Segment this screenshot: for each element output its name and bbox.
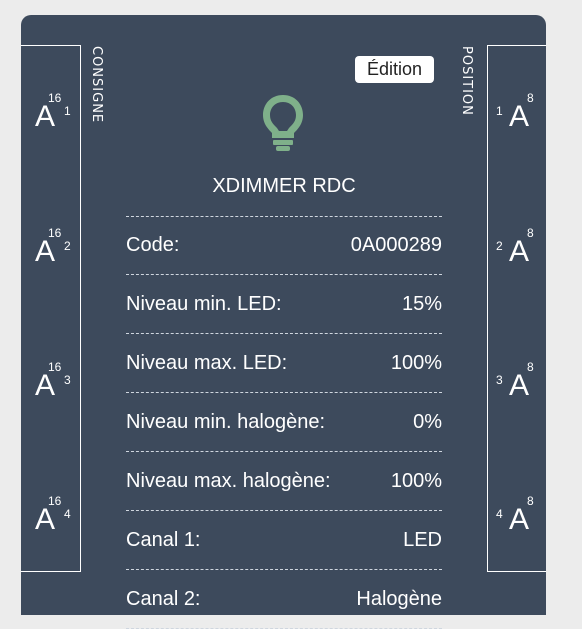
lightbulb-icon [263, 95, 303, 151]
property-label: Niveau min. halogène: [126, 410, 326, 433]
position-label: POSITION [459, 46, 474, 116]
port-max: 8 [527, 360, 534, 374]
port-index: 2 [64, 239, 71, 253]
port-index: 1 [64, 104, 71, 118]
property-label: Canal 2: [126, 587, 201, 610]
property-row: Niveau max. LED: 100% [126, 334, 442, 393]
properties-list: Code: 0A000289 Niveau min. LED: 15% Nive… [126, 216, 442, 629]
port-index: 1 [496, 104, 503, 118]
property-value: LED [403, 528, 442, 551]
port-letter: A [509, 235, 530, 268]
property-row: Niveau min. LED: 15% [126, 275, 442, 334]
consigne-port-3[interactable]: A 16 3 [35, 361, 75, 405]
property-label: Canal 1: [126, 528, 201, 551]
port-letter: A [35, 235, 56, 268]
port-letter: A [509, 503, 530, 536]
consigne-port-1[interactable]: A 16 1 [35, 92, 75, 136]
property-row: Niveau max. halogène: 100% [126, 452, 442, 511]
consigne-label: CONSIGNE [89, 46, 104, 124]
consigne-port-4[interactable]: A 16 4 [35, 495, 75, 539]
device-title: XDIMMER RDC [212, 175, 356, 197]
property-label: Niveau min. LED: [126, 292, 282, 315]
port-max: 8 [527, 91, 534, 105]
port-max: 8 [527, 226, 534, 240]
position-port-3[interactable]: 3 A 8 [496, 361, 542, 405]
port-index: 4 [496, 507, 503, 521]
property-value: 0A000289 [350, 234, 442, 256]
property-value: Halogène [356, 587, 442, 610]
edit-button[interactable]: Édition [355, 56, 434, 83]
port-index: 3 [496, 373, 503, 387]
port-max: 16 [48, 360, 62, 374]
property-row: Canal 2: Halogène [126, 570, 442, 629]
property-label: Code: [126, 234, 180, 256]
port-max: 16 [48, 494, 62, 508]
port-max: 16 [48, 226, 62, 240]
position-strip: 1 A 8 2 A 8 3 A 8 4 A 8 [487, 45, 546, 572]
property-row: Canal 1: LED [126, 511, 442, 570]
property-row: Niveau min. halogène: 0% [126, 393, 442, 452]
port-index: 2 [496, 239, 503, 253]
port-letter: A [509, 369, 530, 402]
port-max: 16 [48, 91, 62, 105]
property-value: 15% [401, 292, 442, 315]
position-port-4[interactable]: 4 A 8 [496, 495, 542, 539]
port-letter: A [35, 369, 56, 402]
port-letter: A [35, 100, 56, 133]
consigne-strip: A 16 1 A 16 2 A 16 3 A 16 4 [21, 45, 81, 572]
consigne-port-2[interactable]: A 16 2 [35, 227, 75, 271]
property-value: 100% [390, 351, 442, 374]
property-value: 100% [390, 469, 442, 492]
device-card: A 16 1 A 16 2 A 16 3 A 16 4 CONSIGNE POS… [21, 15, 546, 629]
port-letter: A [509, 100, 530, 133]
port-index: 4 [64, 507, 71, 521]
position-port-2[interactable]: 2 A 8 [496, 227, 542, 271]
port-index: 3 [64, 373, 71, 387]
property-value: 0% [413, 410, 442, 433]
port-letter: A [35, 503, 56, 536]
property-row: Code: 0A000289 [126, 216, 442, 275]
property-label: Niveau max. halogène: [126, 469, 331, 492]
position-port-1[interactable]: 1 A 8 [496, 92, 542, 136]
port-max: 8 [527, 494, 534, 508]
property-label: Niveau max. LED: [126, 351, 288, 374]
